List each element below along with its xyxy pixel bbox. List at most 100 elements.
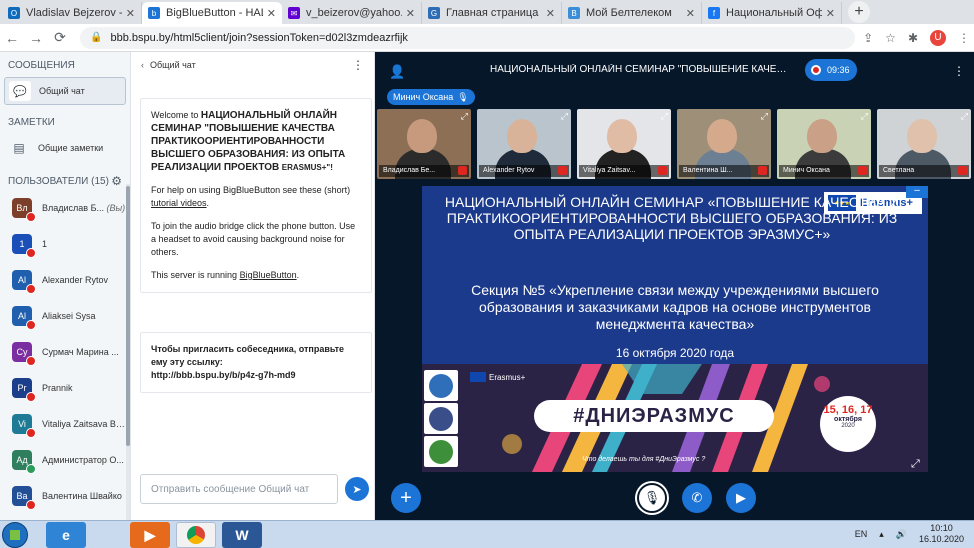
user-name: Prannik bbox=[42, 383, 73, 393]
send-message-button[interactable]: ➤ bbox=[345, 477, 369, 501]
tab-close-icon[interactable]: ✕ bbox=[406, 7, 415, 20]
user-list-item[interactable]: Pr Prannik bbox=[0, 370, 130, 406]
browser-tab[interactable]: G Главная страница | Гомель ✕ bbox=[422, 2, 562, 24]
microphone-muted-icon bbox=[26, 500, 36, 510]
avatar-initials: Al bbox=[17, 311, 26, 321]
shared-notes-item[interactable]: ▤ Общие заметки bbox=[4, 134, 126, 162]
back-icon[interactable]: ← bbox=[0, 30, 24, 46]
settings-gear-icon[interactable]: ⚙ bbox=[111, 174, 122, 188]
user-list-item[interactable]: Vi Vitaliya Zaitsava BSU bbox=[0, 406, 130, 442]
address-bar[interactable]: 🔒 bbb.bspu.by/html5client/join?sessionTo… bbox=[80, 26, 856, 49]
chat-message-input[interactable]: Отправить сообщение Общий чат bbox=[140, 474, 338, 504]
expand-icon[interactable]: ⤢ bbox=[961, 111, 968, 122]
invite-link[interactable]: http://bbb.bspu.by/b/p4z-g7h-md9 bbox=[151, 369, 361, 382]
webcam-tile[interactable]: ⤢ Владислав Бе... bbox=[377, 109, 471, 179]
slide-section: Секция №5 «Укрепление связи между учрежд… bbox=[471, 282, 879, 332]
browser-tab[interactable]: ✉ v_beizerov@yahoo.com ✕ bbox=[282, 2, 422, 24]
clock[interactable]: 10:10 16.10.2020 bbox=[919, 523, 964, 545]
user-list-item[interactable]: Вл Владислав Б... (Вы) bbox=[0, 190, 130, 226]
word-icon[interactable]: W bbox=[222, 522, 262, 548]
user-avatar: Vi bbox=[12, 414, 36, 438]
share-icon[interactable]: ⇪ bbox=[863, 31, 873, 45]
avatar-initials: Ад bbox=[16, 455, 28, 465]
user-name-text: Администратор О... bbox=[42, 455, 124, 465]
user-list-toggle-icon[interactable]: 👤 bbox=[389, 64, 405, 80]
forward-icon[interactable]: → bbox=[24, 30, 48, 46]
new-tab-button[interactable]: + bbox=[848, 1, 870, 23]
chat-options-icon[interactable]: ⋮ bbox=[352, 58, 364, 72]
hashtag-label: #ДНИЭРАЗМУС bbox=[534, 400, 774, 432]
chrome-icon[interactable] bbox=[176, 522, 216, 548]
avatar-initials: 1 bbox=[19, 239, 25, 249]
tutorial-videos-link[interactable]: tutorial videos bbox=[151, 198, 207, 208]
actions-plus-button[interactable]: + bbox=[391, 483, 421, 513]
avatar-initials: Vi bbox=[18, 419, 26, 429]
webcam-person-head bbox=[507, 119, 537, 153]
webcam-tile[interactable]: ⤢ Минич Оксана bbox=[777, 109, 871, 179]
recording-button[interactable]: 09:36 bbox=[805, 59, 857, 81]
tab-close-icon[interactable]: ✕ bbox=[267, 7, 276, 20]
user-list-item[interactable]: Ад Администратор О... bbox=[0, 442, 130, 478]
browser-tab[interactable]: O Vladislav Bejzerov - Outl ✕ bbox=[2, 2, 142, 24]
internet-explorer-icon[interactable]: e bbox=[46, 522, 86, 548]
network-icon[interactable]: ▴ bbox=[879, 529, 884, 540]
tab-close-icon[interactable]: ✕ bbox=[126, 7, 135, 20]
bigbluebutton-link[interactable]: BigBlueButton bbox=[240, 270, 297, 280]
mute-microphone-button[interactable]: 🎙 bbox=[637, 483, 667, 513]
system-tray: EN ▴ 🔊 10:10 16.10.2020 bbox=[855, 523, 964, 545]
chat-header: ‹ Общий чат ⋮ bbox=[131, 52, 374, 78]
extensions-icon[interactable]: ✱ bbox=[908, 31, 918, 45]
tab-close-icon[interactable]: ✕ bbox=[546, 7, 555, 20]
browser-tab[interactable]: B Мой Белтелеком ✕ bbox=[562, 2, 702, 24]
webcam-tile[interactable]: ⤢ Vitaliya Zaitsav... bbox=[577, 109, 671, 179]
camera-icon: ▶ bbox=[736, 490, 746, 505]
star-icon[interactable]: ☆ bbox=[885, 31, 896, 45]
user-list-item[interactable]: Ва Валентина Швайко bbox=[0, 478, 130, 514]
user-list-item[interactable]: Al Aliaksei Sysa bbox=[0, 298, 130, 334]
tab-close-icon[interactable]: ✕ bbox=[826, 7, 835, 20]
public-chat-item[interactable]: 💬 Общий чат bbox=[4, 77, 126, 105]
user-list-item[interactable]: Al Alexander Rytov bbox=[0, 262, 130, 298]
tab-title: BigBlueButton - НАЦ bbox=[166, 7, 263, 19]
windows-taskbar: e ▶ W EN ▴ 🔊 10:10 16.10.2020 bbox=[0, 520, 974, 548]
volume-icon[interactable]: 🔊 bbox=[896, 529, 907, 540]
user-name-text: Aliaksei Sysa bbox=[42, 311, 96, 321]
webcam-tile[interactable]: ⤢ Валентина Ш... bbox=[677, 109, 771, 179]
hide-chat-button[interactable]: ‹ Общий чат bbox=[141, 60, 196, 70]
notes-icon: ▤ bbox=[13, 141, 25, 155]
chat-title: Общий чат bbox=[150, 60, 196, 70]
expand-icon[interactable]: ⤢ bbox=[661, 111, 668, 122]
start-button[interactable] bbox=[2, 522, 28, 548]
menu-icon[interactable]: ⋮ bbox=[958, 31, 970, 45]
user-list: Вл Владислав Б... (Вы) 1 1 Al Alexander Ryto… bbox=[0, 190, 130, 514]
browser-tab[interactable]: f Национальный Офис Эр ✕ bbox=[702, 2, 842, 24]
leave-audio-button[interactable]: ✆ bbox=[682, 483, 712, 513]
profile-avatar[interactable]: U bbox=[930, 29, 946, 46]
webcam-tile[interactable]: ⤢ Светлана bbox=[877, 109, 971, 179]
expand-icon[interactable]: ⤢ bbox=[861, 111, 868, 122]
language-indicator[interactable]: EN bbox=[855, 529, 868, 539]
webcam-user-name: Vitaliya Zaitsav... bbox=[583, 167, 636, 174]
webcam-tile[interactable]: ⤢ Alexander Rytov bbox=[477, 109, 571, 179]
webcam-person-head bbox=[807, 119, 837, 153]
microphone-muted-icon bbox=[858, 166, 867, 175]
reload-icon[interactable]: ⟳ bbox=[48, 29, 72, 46]
media-player-icon[interactable]: ▶ bbox=[130, 522, 170, 548]
user-name: Alexander Rytov bbox=[42, 275, 108, 285]
fullscreen-icon[interactable]: ⤢ bbox=[911, 458, 920, 471]
expand-icon[interactable]: ⤢ bbox=[561, 111, 568, 122]
browser-tab[interactable]: b BigBlueButton - НАЦ ✕ bbox=[142, 2, 282, 24]
webcam-user-name: Alexander Rytov bbox=[483, 167, 535, 174]
options-menu-icon[interactable]: ⋮ bbox=[953, 64, 965, 78]
user-name-text: Сурмач Марина ... bbox=[42, 347, 119, 357]
avatar-initials: Al bbox=[17, 275, 26, 285]
webcam-caption: Валентина Ш... bbox=[679, 165, 769, 177]
tab-close-icon[interactable]: ✕ bbox=[686, 7, 695, 20]
user-list-panel: СООБЩЕНИЯ 💬 Общий чат ЗАМЕТКИ ▤ Общие за… bbox=[0, 52, 131, 520]
expand-icon[interactable]: ⤢ bbox=[761, 111, 768, 122]
user-list-item[interactable]: 11 bbox=[0, 226, 130, 262]
user-list-item[interactable]: Су Сурмач Марина ... bbox=[0, 334, 130, 370]
expand-icon[interactable]: ⤢ bbox=[461, 111, 468, 122]
share-webcam-button[interactable]: ▶ bbox=[726, 483, 756, 513]
user-list-scroll-thumb[interactable] bbox=[126, 186, 130, 446]
